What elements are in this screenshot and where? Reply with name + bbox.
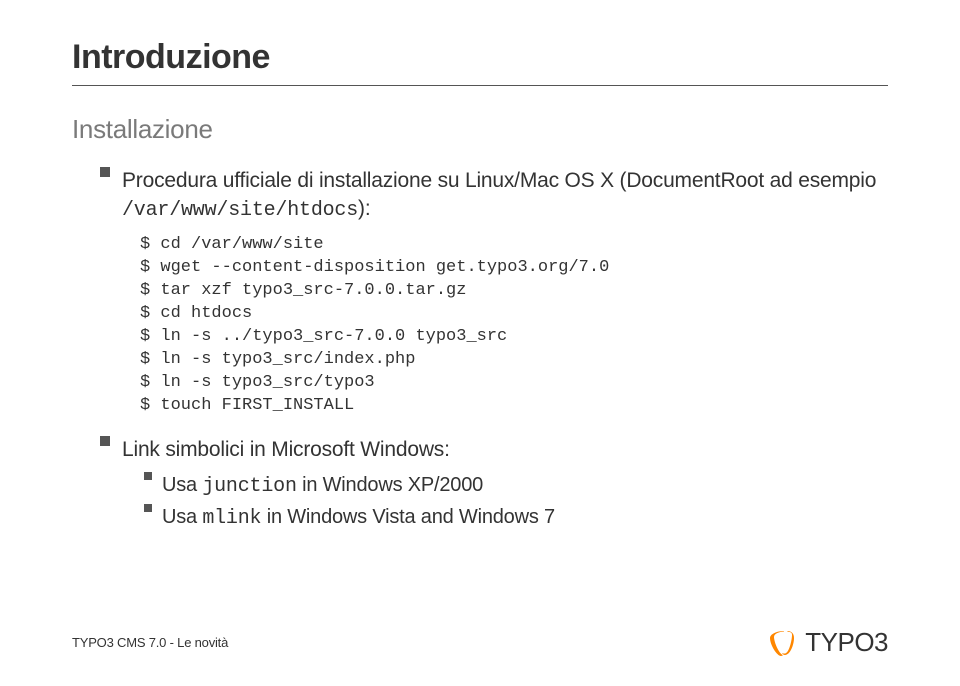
list-item: Usa mlink in Windows Vista and Windows 7 [144,504,888,532]
text-segment: Usa [162,506,202,528]
text-segment: in Windows Vista and Windows 7 [261,506,555,528]
square-bullet-icon [144,504,152,512]
footer-text: TYPO3 CMS 7.0 - Le novità [72,635,228,650]
logo: TYPO3 [767,627,888,658]
mono-cmd: junction [202,475,296,498]
code-block: $ cd /var/www/site $ wget --content-disp… [140,234,888,418]
list-item: Procedura ufficiale di installazione su … [100,167,888,418]
bullet-text: Usa mlink in Windows Vista and Windows 7 [162,504,555,532]
logo-text: TYPO3 [805,627,888,658]
page-subtitle: Installazione [72,114,888,145]
mono-cmd: mlink [202,507,261,530]
square-bullet-icon [100,167,110,177]
text-segment: Usa [162,474,202,496]
page-title: Introduzione [72,38,888,77]
square-bullet-icon [100,436,110,446]
text-segment: ): [358,197,370,220]
list-item: Link simbolici in Microsoft Windows: Usa… [100,436,888,532]
title-rule [72,85,888,86]
text-segment: in Windows XP/2000 [297,474,483,496]
typo3-logo-icon [767,628,797,658]
bullet-text: Usa junction in Windows XP/2000 [162,472,483,500]
text-segment: Procedura ufficiale di installazione su … [122,169,876,192]
bullet-text: Procedura ufficiale di installazione su … [122,167,888,224]
square-bullet-icon [144,472,152,480]
bullet-text: Link simbolici in Microsoft Windows: [122,436,450,464]
list-item: Usa junction in Windows XP/2000 [144,472,888,500]
mono-path: /var/www/site/htdocs [122,199,358,222]
